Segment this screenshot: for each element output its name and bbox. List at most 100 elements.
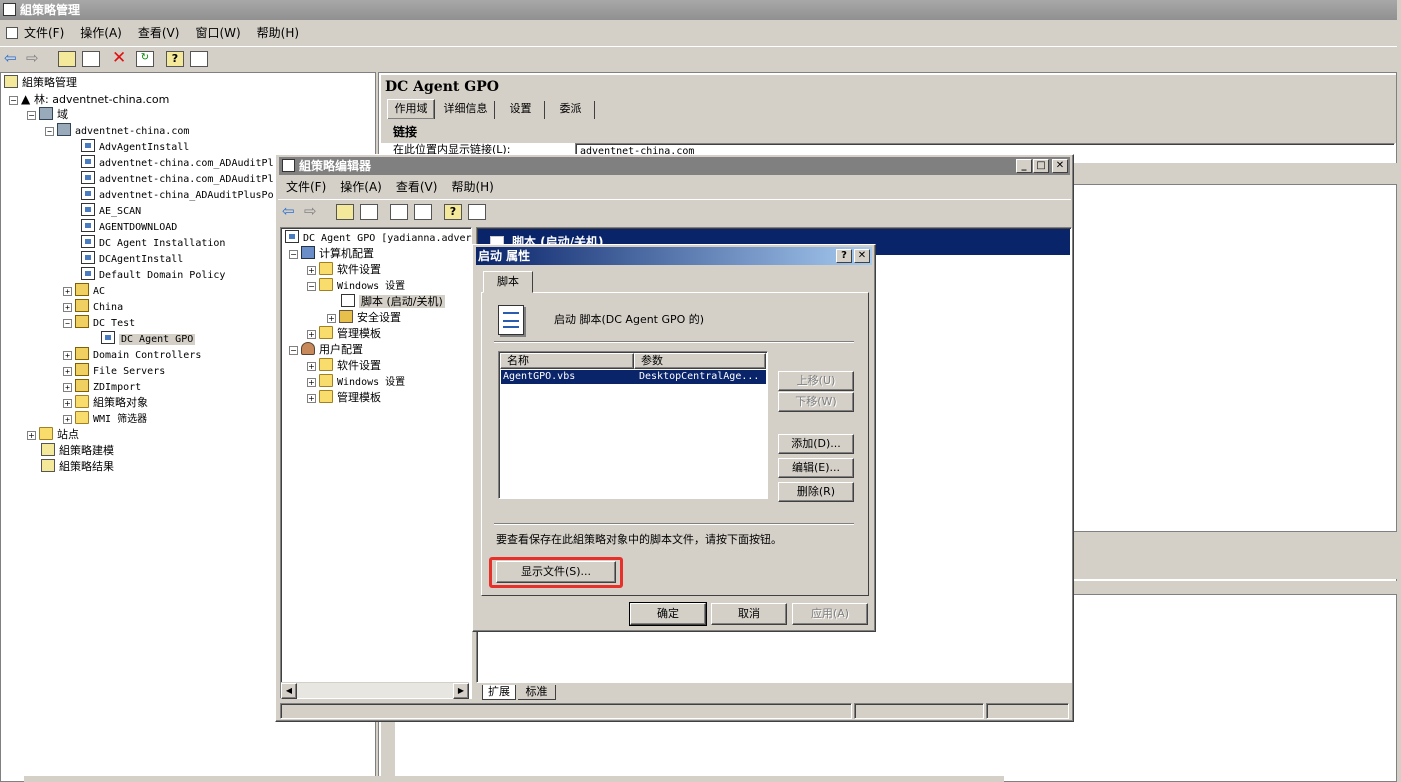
editor-tree-security[interactable]: + 安全设置: [327, 310, 401, 326]
tree-gpo-link[interactable]: adventnet-china.com_ADAuditPl: [81, 171, 274, 187]
editor-titlebar[interactable]: 組策略编辑器 _ □ ✕: [279, 157, 1070, 175]
collapse-icon[interactable]: −: [289, 250, 298, 259]
tree-gpo-link[interactable]: adventnet-china.com_ADAuditPl: [81, 155, 274, 171]
help-icon[interactable]: ?: [444, 204, 462, 220]
editor-menu-action[interactable]: 操作(A): [340, 177, 382, 197]
back-arrow-icon[interactable]: ⇦: [282, 204, 300, 220]
tree-gpo-link[interactable]: DC Agent Installation: [81, 235, 225, 251]
expand-icon[interactable]: +: [327, 314, 336, 323]
editor-tree-hscroll[interactable]: ◀ ▶: [281, 682, 469, 699]
tree-results[interactable]: 組策略结果: [41, 459, 114, 475]
back-arrow-icon[interactable]: ⇦: [4, 51, 22, 67]
forward-arrow-icon[interactable]: ⇨: [26, 51, 44, 67]
minimize-icon[interactable]: _: [1016, 159, 1032, 173]
menu-file[interactable]: 文件(F): [24, 22, 64, 44]
up-folder-icon[interactable]: [58, 51, 76, 67]
tree-root[interactable]: 組策略管理: [4, 75, 77, 91]
ok-button[interactable]: 确定: [629, 602, 707, 626]
tree-forest[interactable]: − ▲ 林: adventnet-china.com: [9, 91, 169, 107]
editor-tree-windows[interactable]: − Windows 设置: [307, 278, 405, 294]
expand-icon[interactable]: +: [307, 394, 316, 403]
expand-icon[interactable]: +: [307, 378, 316, 387]
editor-tree-user-windows[interactable]: + Windows 设置: [307, 374, 405, 390]
detail-scrollbar[interactable]: [381, 713, 395, 781]
tree-gpo-link[interactable]: adventnet-china_ADAuditPlusPo: [81, 187, 274, 203]
close-icon[interactable]: ✕: [1052, 159, 1068, 173]
expand-icon[interactable]: +: [307, 330, 316, 339]
editor-menu-file[interactable]: 文件(F): [286, 177, 326, 197]
expand-icon[interactable]: +: [27, 431, 36, 440]
column-name[interactable]: 名称: [500, 353, 634, 369]
scripts-listview[interactable]: 名称 参数 AgentGPO.vbs DesktopCentralAge...: [498, 351, 768, 499]
editor-tree-root[interactable]: DC Agent GPO [yadianna.adver: [285, 230, 472, 246]
tree-wmi-filters[interactable]: + WMI 筛选器: [63, 411, 147, 427]
collapse-icon[interactable]: −: [307, 282, 316, 291]
export-list-icon[interactable]: [414, 204, 432, 220]
properties-icon[interactable]: [190, 51, 208, 67]
refresh-icon[interactable]: ↻: [136, 51, 154, 67]
expand-icon[interactable]: +: [307, 266, 316, 275]
expand-icon[interactable]: +: [63, 351, 72, 360]
collapse-icon[interactable]: −: [63, 319, 72, 328]
move-down-button[interactable]: 下移(W): [778, 392, 854, 412]
edit-script-button[interactable]: 编辑(E)...: [778, 458, 854, 478]
help-icon[interactable]: ?: [836, 249, 852, 263]
tab-extended[interactable]: 扩展: [482, 685, 516, 700]
menu-view[interactable]: 查看(V): [138, 22, 180, 44]
maximize-icon[interactable]: □: [1033, 159, 1049, 173]
dialog-titlebar[interactable]: 启动 属性 ? ✕: [476, 247, 872, 265]
forward-arrow-icon[interactable]: ⇨: [304, 204, 322, 220]
tree-modeling[interactable]: 組策略建模: [41, 443, 114, 459]
editor-tree-user-admin[interactable]: + 管理模板: [307, 390, 381, 406]
move-up-button[interactable]: 上移(U): [778, 371, 854, 391]
help-icon[interactable]: ?: [166, 51, 184, 67]
tree-ou[interactable]: + AC: [63, 283, 105, 299]
editor-tree-admin[interactable]: + 管理模板: [307, 326, 381, 342]
tree-gpo-link[interactable]: DCAgentInstall: [81, 251, 183, 267]
tree-selected-gpo[interactable]: DC Agent GPO: [101, 331, 196, 347]
tree-ou[interactable]: + File Servers: [63, 363, 165, 379]
editor-tree-pane[interactable]: DC Agent GPO [yadianna.adver − 计算机配置 + 软件设…: [280, 227, 472, 699]
editor-menu-help[interactable]: 帮助(H): [451, 177, 493, 197]
scroll-right-arrow-icon[interactable]: ▶: [453, 683, 469, 699]
scroll-left-arrow-icon[interactable]: ◀: [281, 683, 297, 699]
expand-icon[interactable]: +: [63, 367, 72, 376]
tree-ou[interactable]: + China: [63, 299, 123, 315]
tree-domains[interactable]: − 域: [27, 107, 68, 123]
expand-icon[interactable]: +: [63, 383, 72, 392]
properties-icon[interactable]: [390, 204, 408, 220]
expand-icon[interactable]: +: [63, 415, 72, 424]
show-tree-icon[interactable]: [82, 51, 100, 67]
tree-gpo-link[interactable]: AdvAgentInstall: [81, 139, 189, 155]
tab-settings[interactable]: 设置: [497, 101, 545, 119]
up-folder-icon[interactable]: [336, 204, 354, 220]
collapse-icon[interactable]: −: [45, 127, 54, 136]
tree-gpo-link[interactable]: AE_SCAN: [81, 203, 141, 219]
dialog-tab-scripts[interactable]: 脚本: [483, 271, 533, 293]
script-row[interactable]: AgentGPO.vbs DesktopCentralAge...: [501, 370, 766, 384]
tree-ou[interactable]: + ZDImport: [63, 379, 141, 395]
tab-standard[interactable]: 标准: [518, 685, 556, 700]
collapse-icon[interactable]: −: [289, 346, 298, 355]
tree-sites[interactable]: + 站点: [27, 427, 79, 443]
menu-help[interactable]: 帮助(H): [257, 22, 299, 44]
expand-icon[interactable]: +: [63, 399, 72, 408]
close-icon[interactable]: ✕: [854, 249, 870, 263]
editor-tree-user-software[interactable]: + 软件设置: [307, 358, 381, 374]
expand-icon[interactable]: +: [63, 303, 72, 312]
editor-menu-view[interactable]: 查看(V): [396, 177, 438, 197]
expand-icon[interactable]: +: [63, 287, 72, 296]
menu-action[interactable]: 操作(A): [80, 22, 122, 44]
tab-scope[interactable]: 作用域: [387, 99, 435, 119]
show-tree-icon[interactable]: [360, 204, 378, 220]
tree-gpo-link[interactable]: AGENTDOWNLOAD: [81, 219, 177, 235]
collapse-icon[interactable]: −: [27, 111, 36, 120]
apply-button[interactable]: 应用(A): [792, 603, 868, 625]
tree-ou[interactable]: + Domain Controllers: [63, 347, 201, 363]
main-titlebar[interactable]: 組策略管理: [0, 0, 1397, 20]
tab-details[interactable]: 详细信息: [437, 101, 495, 119]
tree-gpo-container[interactable]: + 組策略对象: [63, 395, 148, 411]
add-script-button[interactable]: 添加(D)...: [778, 434, 854, 454]
tree-gpo-link[interactable]: Default Domain Policy: [81, 267, 225, 283]
editor-tree-software[interactable]: + 软件设置: [307, 262, 381, 278]
